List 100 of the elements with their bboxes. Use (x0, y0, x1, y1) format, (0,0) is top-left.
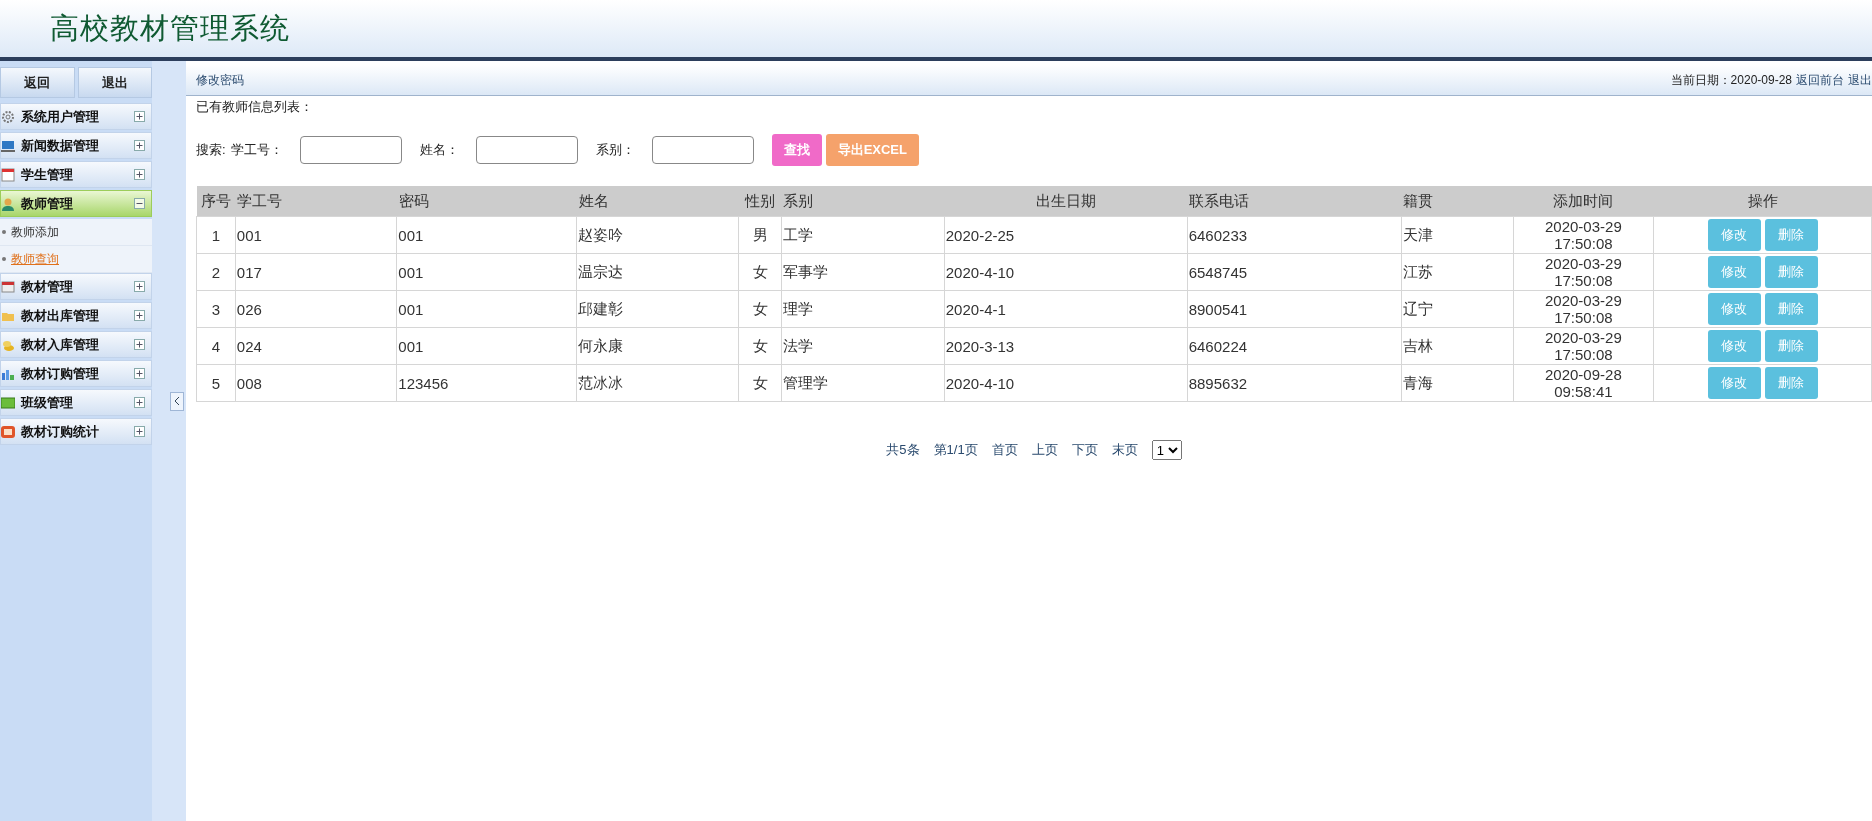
table-cell: 8895632 (1188, 374, 1248, 392)
column-header: 籍贯 (1401, 186, 1514, 217)
page-link[interactable]: 下页 (1071, 441, 1098, 459)
back-button[interactable]: 返回 (0, 67, 75, 98)
table-cell: 001 (236, 226, 262, 244)
table-cell-text: 2020-09-28 09:58:41 (1544, 366, 1623, 400)
table-cell: 001 (398, 337, 424, 355)
column-header: 学工号 (235, 186, 397, 217)
menu-item[interactable]: 教材订购统计 (0, 418, 152, 445)
table-cell: 女 (752, 299, 768, 317)
column-header: 出生日期 (944, 186, 1188, 217)
table-cell: 001 (398, 263, 424, 281)
table-cell: 008 (236, 374, 262, 392)
expand-icon[interactable] (134, 140, 145, 151)
table-cell-text: 2020-03-29 17:50:08 (1544, 292, 1623, 326)
expand-icon[interactable] (134, 111, 145, 122)
expand-icon[interactable] (134, 368, 145, 379)
field-label: 学工号： (230, 141, 283, 159)
menu-item[interactable]: 教师管理 (0, 190, 152, 217)
menu-item[interactable]: 教材出库管理 (0, 302, 152, 329)
table-cell: 吉林 (1402, 336, 1433, 354)
menu-item[interactable]: 系统用户管理 (0, 103, 152, 130)
table-cell: 2020-4-10 (945, 374, 1015, 392)
column-header: 系别 (781, 186, 945, 217)
table-cell: 2020-2-25 (945, 226, 1015, 244)
table-cell-text: 2020-03-29 17:50:08 (1544, 329, 1623, 363)
tag-icon (1, 424, 15, 439)
table-cell: 邱建彰 (578, 299, 624, 317)
table-cell: 123456 (398, 374, 449, 392)
table-cell: 6460224 (1188, 337, 1248, 355)
table-cell: 026 (236, 300, 262, 318)
table-cell: 军事学 (782, 262, 828, 280)
table-cell: 2020-4-10 (945, 263, 1015, 281)
table-cell: 2020-4-1 (945, 300, 1006, 318)
table-cell: 管理学 (782, 373, 828, 391)
expand-icon[interactable] (134, 426, 145, 437)
expand-icon[interactable] (134, 397, 145, 408)
table-cell: 江苏 (1402, 262, 1433, 280)
table-cell: 001 (398, 226, 424, 244)
calendar-icon (1, 167, 15, 182)
search-field[interactable] (299, 136, 402, 164)
table-cell: 5 (211, 374, 221, 392)
field-label: 系别： (595, 141, 635, 159)
search-field[interactable] (475, 136, 578, 164)
table-cell: 女 (752, 262, 768, 280)
table-cell: 青海 (1402, 373, 1433, 391)
menu-item[interactable]: 新闻数据管理 (0, 132, 152, 159)
search-field[interactable] (651, 136, 754, 164)
table-cell: 辽宁 (1402, 299, 1433, 317)
table-cell: 6460233 (1188, 226, 1248, 244)
table-cell: 2 (211, 263, 221, 281)
expand-icon[interactable] (134, 169, 145, 180)
table-cell: 理学 (782, 299, 813, 317)
frontend-link[interactable]: 返回前台 (1796, 71, 1844, 89)
logout-button[interactable]: 退出 (77, 67, 152, 98)
page-link[interactable]: 首页 (991, 441, 1018, 459)
table-cell-text: 2020-03-29 17:50:08 (1544, 255, 1623, 289)
system-title: 高校教材管理系统 (50, 10, 290, 46)
column-header: 添加时间 (1513, 186, 1654, 217)
change-password-link[interactable]: 修改密码 (196, 71, 244, 89)
table-cell: 范冰冰 (578, 373, 624, 391)
column-header: 联系电话 (1187, 186, 1402, 217)
table-cell: 4 (211, 337, 221, 355)
menu-item[interactable]: 班级管理 (0, 389, 152, 416)
menu-item[interactable]: 教材订购管理 (0, 360, 152, 387)
table-cell: 天津 (1402, 225, 1433, 243)
table-cell: 赵姿吟 (578, 225, 624, 243)
table-cell: 3 (211, 300, 221, 318)
column-header: 操作 (1653, 186, 1872, 217)
logout-link[interactable]: 退出 (1848, 71, 1872, 89)
page-select[interactable]: 1 (1151, 440, 1182, 460)
page-link[interactable]: 末页 (1111, 441, 1138, 459)
table-cell: 工学 (782, 225, 813, 243)
column-header: 性别 (738, 186, 782, 217)
table-cell: 8900541 (1188, 300, 1248, 318)
calendar-icon (1, 279, 15, 294)
expand-icon[interactable] (134, 281, 145, 292)
table-cell-text: 2020-03-29 17:50:08 (1544, 218, 1623, 252)
expand-icon[interactable] (134, 339, 145, 350)
collapse-icon[interactable] (134, 198, 145, 209)
current-date: 当前日期：2020-09-28 (1670, 71, 1792, 89)
table-cell: 温宗达 (578, 262, 624, 280)
monitor-icon (1, 138, 15, 153)
collapse-sidebar-icon[interactable] (170, 391, 184, 411)
table-cell: 024 (236, 337, 262, 355)
page-info: 第1/1页 (933, 441, 978, 459)
column-header: 密码 (396, 186, 577, 217)
list-title: 已有教师信息列表： (196, 98, 314, 116)
table-cell: 女 (752, 336, 768, 354)
menu-item[interactable]: 教材入库管理 (0, 331, 152, 358)
field-label: 姓名： (419, 141, 459, 159)
page-link[interactable]: 上页 (1031, 441, 1058, 459)
search-label: 搜索: (196, 141, 226, 159)
menu-item[interactable]: 教材管理 (0, 273, 152, 300)
gear-icon (1, 109, 15, 124)
menu-item[interactable]: 学生管理 (0, 161, 152, 188)
table-cell: 男 (752, 225, 768, 243)
table-cell: 何永康 (578, 336, 624, 354)
expand-icon[interactable] (134, 310, 145, 321)
table-cell: 6548745 (1188, 263, 1248, 281)
